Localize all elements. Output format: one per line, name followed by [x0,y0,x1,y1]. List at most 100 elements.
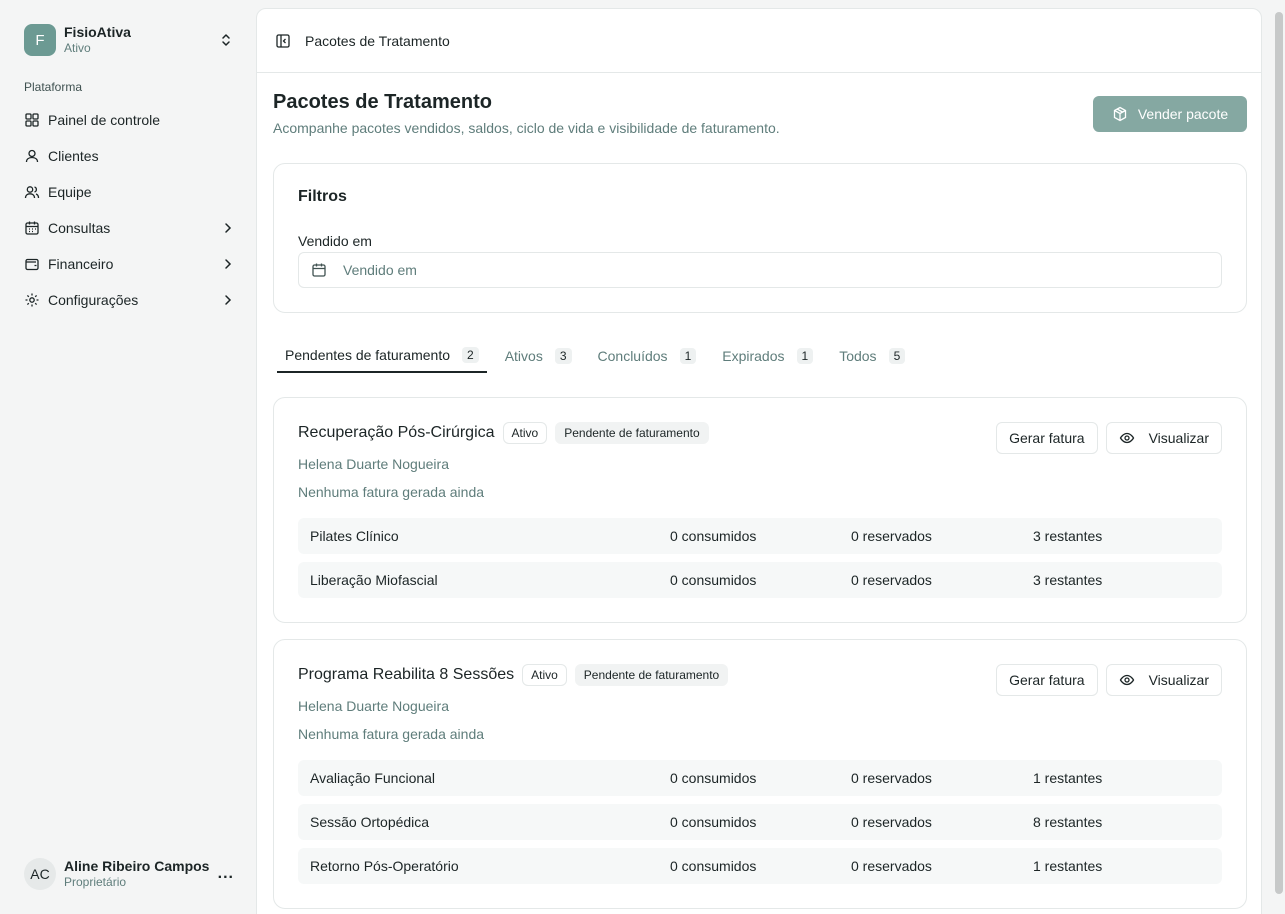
view-button[interactable]: Visualizar [1105,664,1222,696]
generate-invoice-button[interactable]: Gerar fatura [996,664,1098,696]
package-icon [1113,106,1126,122]
list-item: Sessão Ortopédica 0 consumidos 0 reserva… [298,804,1222,840]
sidebar-item-label: Equipe [48,184,92,200]
org-name: FisioAtiva [64,24,131,40]
calendar-icon [25,221,39,235]
user-name: Aline Ribeiro Campos [64,858,210,874]
view-button[interactable]: Visualizar [1105,422,1222,454]
chevron-right-icon [225,295,232,305]
package-card: Programa Reabilita 8 Sessões Ativo Pende… [273,639,1247,909]
calendar-icon [312,263,326,277]
tab-count: 5 [888,348,906,364]
sidebar-item-label: Consultas [48,220,111,236]
list-item: Pilates Clínico 0 consumidos 0 reservado… [298,518,1222,554]
tab-label: Concluídos [597,348,668,364]
sidebar-item-dashboard[interactable]: Painel de controle [16,102,242,138]
list-item: Avaliação Funcional 0 consumidos 0 reser… [298,760,1222,796]
consumed-count: 0 consumidos [670,572,757,588]
reserved-count: 0 reservados [851,814,932,830]
reserved-count: 0 reservados [851,572,932,588]
tab-count: 3 [554,348,572,364]
sidebar-item-clients[interactable]: Clientes [16,138,242,174]
sidebar-toggle-icon[interactable] [275,33,291,49]
gear-icon [25,293,39,307]
invoice-note: Nenhuma fatura gerada ainda [298,484,485,500]
more-icon[interactable]: ... [218,865,234,883]
tab-expired[interactable]: Expirados 1 [714,339,821,373]
filters-title: Filtros [298,188,347,205]
org-switcher[interactable]: F FisioAtiva Ativo [24,24,234,56]
remaining-count: 3 restantes [1033,528,1103,544]
sell-package-button[interactable]: Vender pacote [1093,96,1247,132]
service-name: Retorno Pós-Operatório [310,858,459,874]
tab-label: Ativos [504,348,543,364]
package-client: Helena Duarte Nogueira [298,698,449,714]
breadcrumb: Pacotes de Tratamento [305,32,450,49]
billing-badge: Pendente de faturamento [574,664,729,686]
topbar: Pacotes de Tratamento [257,9,1261,73]
consumed-count: 0 consumidos [670,770,757,786]
service-name: Avaliação Funcional [310,770,436,786]
sidebar-item-appointments[interactable]: Consultas [16,210,242,246]
eye-icon [1119,674,1134,686]
sold-date-label: Vendido em [298,233,372,249]
reserved-count: 0 reservados [851,770,932,786]
billing-badge: Pendente de faturamento [555,422,709,444]
tab-completed[interactable]: Concluídos 1 [590,339,705,373]
package-items: Avaliação Funcional 0 consumidos 0 reser… [298,760,1222,892]
sidebar-item-financial[interactable]: Financeiro [16,246,242,282]
filters-card: Filtros Vendido em Vendido em [273,163,1247,313]
invoice-note: Nenhuma fatura gerada ainda [298,726,485,742]
tab-active[interactable]: Ativos 3 [497,339,580,373]
remaining-count: 8 restantes [1033,814,1103,830]
service-name: Pilates Clínico [310,528,399,544]
tab-all[interactable]: Todos 5 [831,339,913,373]
chevron-right-icon [225,223,232,233]
remaining-count: 1 restantes [1033,770,1103,786]
sidebar-item-team[interactable]: Equipe [16,174,242,210]
list-item: Retorno Pós-Operatório 0 consumidos 0 re… [298,848,1222,884]
tab-label: Todos [839,348,877,364]
sidebar-item-settings[interactable]: Configurações [16,282,242,318]
users-icon [24,186,40,199]
avatar: AC [24,858,56,890]
chevrons-up-down-icon [222,34,230,46]
sidebar-item-label: Painel de controle [48,112,161,128]
wallet-icon [25,258,39,271]
dashboard-icon [25,113,39,127]
sidebar-nav: Painel de controle Clientes Equipe Consu… [16,102,242,318]
view-label: Visualizar [1148,430,1209,446]
scrollbar-thumb[interactable] [1275,12,1283,894]
status-badge: Ativo [522,664,567,686]
package-card: Recuperação Pós-Cirúrgica Ativo Pendente… [273,397,1247,623]
user-icon [25,149,39,163]
sidebar: F FisioAtiva Ativo Plataforma Painel de … [0,0,256,914]
status-badge: Ativo [502,422,548,444]
remaining-count: 3 restantes [1033,572,1103,588]
view-label: Visualizar [1148,672,1209,688]
tab-count: 1 [796,348,814,364]
sold-date-placeholder: Vendido em [343,262,417,278]
org-status: Ativo [64,41,91,55]
tab-count: 2 [462,347,479,363]
eye-icon [1119,432,1134,444]
remaining-count: 1 restantes [1033,858,1103,874]
tab-pending-billing[interactable]: Pendentes de faturamento 2 [277,339,487,373]
sidebar-item-label: Financeiro [48,256,114,272]
page-title: Pacotes de Tratamento [273,91,492,113]
main-panel: Pacotes de Tratamento Pacotes de Tratame… [256,8,1262,914]
page-scrollbar[interactable] [1273,0,1285,914]
sold-date-input[interactable]: Vendido em [298,252,1222,288]
generate-invoice-button[interactable]: Gerar fatura [996,422,1098,454]
consumed-count: 0 consumidos [670,858,757,874]
sidebar-item-label: Configurações [48,292,139,308]
sell-package-label: Vender pacote [1137,106,1229,122]
user-menu[interactable]: AC Aline Ribeiro Campos Proprietário ... [24,856,234,892]
reserved-count: 0 reservados [851,858,932,874]
chevron-right-icon [225,259,232,269]
package-items: Pilates Clínico 0 consumidos 0 reservado… [298,518,1222,606]
user-role: Proprietário [64,875,127,889]
service-name: Liberação Miofascial [310,572,438,588]
list-item: Liberação Miofascial 0 consumidos 0 rese… [298,562,1222,598]
status-tabs: Pendentes de faturamento 2 Ativos 3 Conc… [277,339,923,373]
